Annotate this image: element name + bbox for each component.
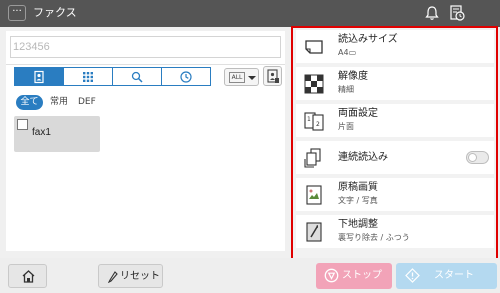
filter-def[interactable]: DEF — [78, 95, 96, 110]
stop-icon — [324, 268, 339, 283]
address-book-icon — [34, 70, 44, 83]
home-icon — [22, 270, 35, 283]
setting-original-quality[interactable]: 原稿画質 文字 / 写真 — [296, 178, 494, 211]
setting-title: 解像度 — [338, 71, 368, 82]
duplex-icon: 12 — [304, 112, 324, 131]
original-quality-icon — [306, 185, 322, 205]
home-button[interactable] — [8, 264, 47, 288]
setting-value: 片面 — [338, 122, 354, 131]
toggle-knob — [468, 153, 477, 162]
setting-title: 原稿画質 — [338, 182, 378, 193]
reset-icon — [108, 271, 118, 283]
bottom-bar: リセット ストップ スタート — [0, 258, 500, 293]
continuous-scan-icon — [304, 148, 321, 168]
setting-resolution[interactable]: 解像度 精細 — [296, 67, 494, 100]
history-icon — [180, 70, 192, 83]
paper-size-icon — [305, 40, 323, 54]
stop-label: ストップ — [342, 270, 382, 281]
search-icon — [131, 71, 143, 83]
sort-dropdown[interactable]: ALL — [224, 68, 259, 86]
setting-value: 精細 — [338, 85, 354, 94]
setting-scan-size[interactable]: 読込みサイズ A4▭ — [296, 30, 494, 63]
top-bar: ··· ファクス — [0, 0, 500, 27]
stop-button[interactable]: ストップ — [316, 263, 392, 289]
destination-panel: 123456 ALL 全て 常用 DEF fax1 — [6, 31, 285, 251]
setting-value: A4▭ — [338, 48, 357, 57]
start-icon — [405, 268, 420, 283]
setting-title: 両面設定 — [338, 108, 378, 119]
setting-title: 下地調整 — [338, 219, 378, 230]
address-info-button[interactable] — [263, 66, 282, 86]
tab-history[interactable] — [161, 67, 211, 86]
setting-duplex[interactable]: 12 両面設定 片面 — [296, 104, 494, 137]
setting-continuous-scan[interactable]: 連続読込み — [296, 141, 494, 174]
tab-address-book[interactable] — [14, 67, 64, 86]
filter-all[interactable]: 全て — [16, 95, 43, 110]
destination-input[interactable]: 123456 — [10, 36, 281, 58]
divider — [6, 64, 285, 65]
app-title: ファクス — [33, 6, 77, 19]
svg-text:2: 2 — [316, 121, 320, 128]
job-status-icon[interactable] — [448, 4, 466, 22]
destination-checkbox[interactable] — [17, 119, 28, 130]
resolution-icon — [304, 74, 324, 94]
setting-title: 連続読込み — [338, 152, 388, 163]
destination-name: fax1 — [32, 127, 51, 138]
setting-value: 裏写り除去 / ふつう — [338, 233, 410, 242]
tab-keypad[interactable] — [63, 67, 113, 86]
filter-favorites[interactable]: 常用 — [50, 95, 68, 110]
tab-search[interactable] — [112, 67, 162, 86]
sort-all-badge: ALL — [229, 72, 245, 83]
setting-background-removal[interactable]: 下地調整 裏写り除去 / ふつう — [296, 215, 494, 248]
keypad-icon — [83, 71, 93, 82]
chevron-down-icon — [248, 76, 256, 80]
continuous-scan-toggle[interactable] — [466, 151, 489, 164]
address-info-icon — [267, 69, 279, 83]
scan-settings-panel: 読込みサイズ A4▭ 解像度 精細 12 両面設定 片面 連続読込み 原稿画質 … — [291, 26, 498, 265]
destination-tile[interactable]: fax1 — [14, 116, 100, 152]
background-removal-icon — [306, 222, 322, 242]
reset-button[interactable]: リセット — [98, 264, 163, 288]
setting-title: 読込みサイズ — [338, 34, 398, 45]
menu-button[interactable]: ··· — [8, 5, 26, 21]
start-label: スタート — [434, 270, 474, 281]
start-button[interactable]: スタート — [396, 263, 497, 289]
bell-icon[interactable] — [423, 4, 441, 22]
svg-text:1: 1 — [307, 116, 311, 123]
setting-value: 文字 / 写真 — [338, 196, 378, 205]
reset-label: リセット — [120, 271, 160, 282]
